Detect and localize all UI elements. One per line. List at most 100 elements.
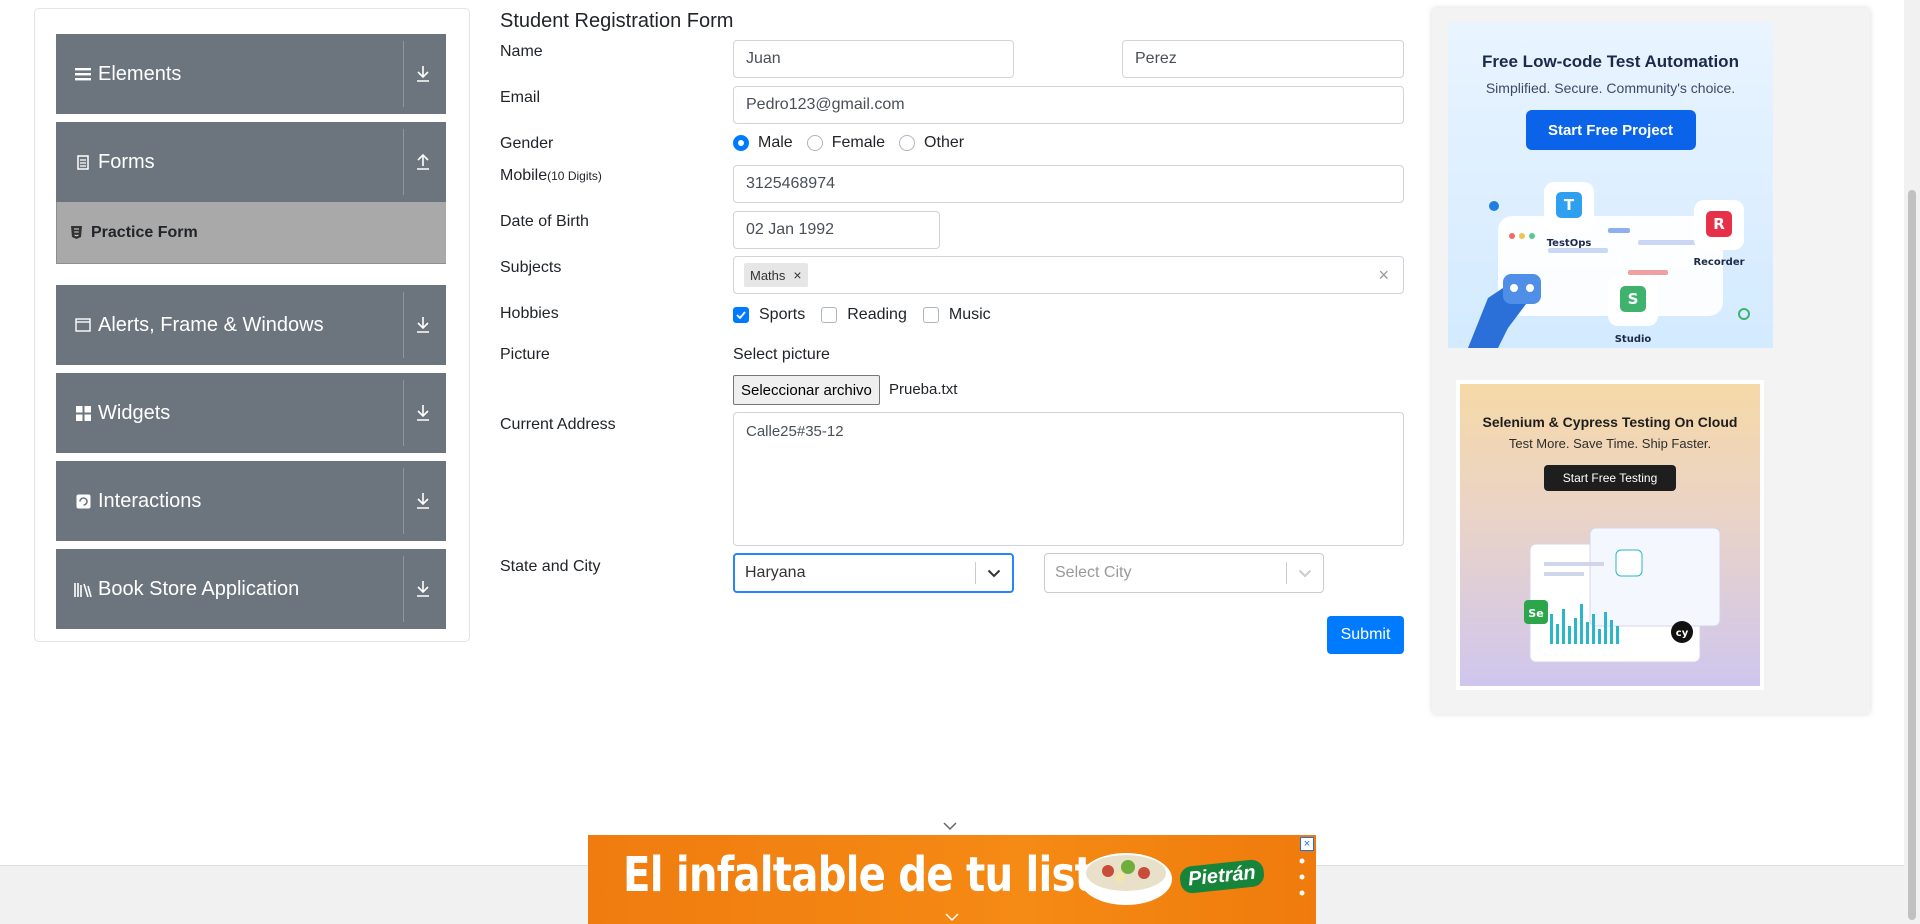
download-icon[interactable] [406,549,440,629]
chevron-down-icon[interactable] [942,818,958,836]
dob-label: Date of Birth [500,213,589,230]
address-label: Current Address [500,416,616,433]
chip-remove-icon[interactable]: × [793,267,801,283]
radio-button[interactable] [806,135,823,151]
ad-illustration: Se cy [1524,527,1721,663]
divider [403,292,404,358]
group-label: Elements [98,62,182,85]
email-label: Email [500,89,541,106]
download-icon[interactable] [406,461,440,541]
mobile-label: Mobile(10 Digits) [500,167,602,185]
checkbox[interactable] [821,307,838,323]
scrollbar[interactable] [1904,0,1920,924]
divider [403,41,404,107]
ad-subtitle: Simplified. Secure. Community's choice. [1485,80,1736,96]
select-picture-label: Select picture [733,346,830,363]
subject-chip: Maths × [744,263,808,287]
books-icon [74,580,92,598]
group-label: Forms [98,150,155,173]
ad-start-project-button[interactable]: Start Free Project [1525,110,1696,150]
ad-label: TestOps [1547,238,1592,249]
banner-headline: El infaltable de tu lista [623,847,1120,903]
subjects-input[interactable]: Maths × × [733,256,1404,294]
menu-icon [74,65,92,83]
gender-other[interactable]: Other [899,134,964,152]
option-label: Other [924,134,965,151]
city-select[interactable]: Select City [1044,553,1324,593]
group-label: Interactions [98,489,202,512]
divider [403,129,404,195]
gender-options: Male Female Other [733,134,978,152]
hobby-reading[interactable]: Reading [821,306,907,324]
gender-female[interactable]: Female [806,134,886,152]
chevron-down-icon[interactable] [976,569,1012,578]
window-icon [74,316,92,334]
current-address-textarea[interactable]: Calle25#35-12 [733,412,1404,546]
divider [403,468,404,534]
download-icon[interactable] [406,373,440,453]
ad-katalon[interactable]: Free Low-code Test Automation Simplified… [1448,22,1773,348]
last-name-input[interactable]: Perez [1122,40,1404,78]
group-forms[interactable]: Forms [56,122,446,202]
svg-text:R: R [1713,215,1725,233]
ad-label: Studio [1615,334,1652,345]
close-icon[interactable]: × [1300,837,1314,851]
chevron-down-icon[interactable] [944,909,960,924]
hobby-music[interactable]: Music [922,306,991,324]
checkbox[interactable] [922,307,939,323]
ad-title: Selenium & Cypress Testing On Cloud [1482,414,1738,430]
group-book-store[interactable]: Book Store Application [56,549,446,629]
svg-text:T: T [1564,196,1575,214]
date-of-birth-input[interactable]: 02 Jan 1992 [733,211,940,249]
choose-file-button[interactable]: Seleccionar archivo [733,375,880,405]
mobile-input[interactable]: 3125468974 [733,165,1404,203]
svg-text:Se: Se [1528,607,1543,620]
svg-text:S: S [1628,290,1639,308]
chip-label: Maths [750,267,786,283]
option-label: Sports [759,306,806,323]
email-input[interactable]: Pedro123@gmail.com [733,86,1404,124]
ad-lambdatest[interactable]: Selenium & Cypress Testing On Cloud Test… [1456,380,1764,690]
radio-button[interactable] [899,135,916,151]
group-alerts[interactable]: Alerts, Frame & Windows [56,285,446,365]
widgets-icon [74,404,92,422]
option-label: Female [831,134,886,151]
group-elements[interactable]: Elements [56,34,446,114]
group-interactions[interactable]: Interactions [56,461,446,541]
html5-icon [71,226,83,240]
hobby-sports[interactable]: Sports [733,306,805,324]
upload-icon[interactable] [406,122,440,202]
state-select[interactable]: Haryana [733,553,1014,593]
clear-icon[interactable]: × [1378,265,1389,286]
chevron-down-icon[interactable] [1287,569,1323,578]
salad-bowl-image [1080,853,1172,905]
ad-banner[interactable]: El infaltable de tu lista Pietrán × [588,835,1316,924]
mobile-hint: (10 Digits) [547,169,602,183]
gender-male[interactable]: Male [733,134,793,152]
city-placeholder: Select City [1055,564,1132,581]
page-title: Student Registration Form [500,10,734,32]
hobbies-label: Hobbies [500,305,559,322]
first-name-input[interactable]: Juan [733,40,1014,78]
sidebar-item-practice-form[interactable]: Practice Form [56,202,446,264]
ad-subtitle: Test More. Save Time. Ship Faster. [1508,436,1712,451]
radio-button[interactable] [733,135,749,151]
subjects-label: Subjects [500,259,562,276]
sidebar-item-label: Practice Form [91,223,198,241]
submit-button[interactable]: Submit [1327,616,1404,654]
ad-column: Free Low-code Test Automation Simplified… [1432,8,1870,714]
option-label: Male [758,134,793,151]
download-icon[interactable] [406,34,440,114]
group-widgets[interactable]: Widgets [56,373,446,453]
state-city-label: State and City [500,558,601,575]
more-icon[interactable] [1299,857,1305,902]
option-label: Music [948,306,991,323]
checkbox[interactable] [733,307,749,323]
download-icon[interactable] [406,285,440,365]
scrollbar-thumb[interactable] [1908,190,1916,920]
ad-start-testing-button[interactable]: Start Free Testing [1544,465,1676,491]
banner-brand-logo: Pietrán [1178,858,1265,895]
group-label: Widgets [98,401,171,424]
gender-label: Gender [500,135,554,152]
divider [403,380,404,446]
